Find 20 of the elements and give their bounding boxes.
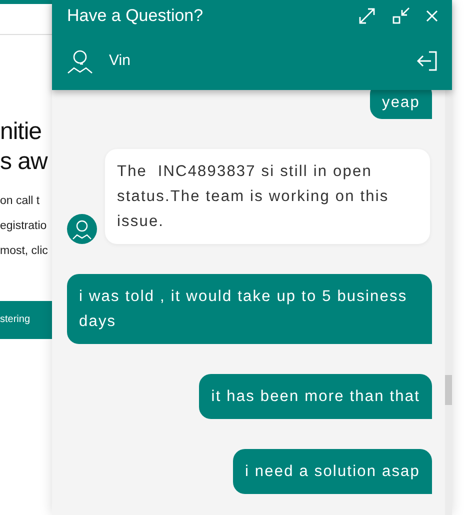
close-icon[interactable] — [426, 10, 438, 22]
body-text: on call t — [0, 194, 41, 209]
expand-icon[interactable] — [358, 7, 376, 25]
heading-text: s aw — [0, 147, 49, 177]
register-button[interactable]: stering — [0, 301, 52, 339]
agent-name: Vin — [109, 50, 132, 71]
user-message: yeap — [370, 90, 432, 119]
body-text: most, clic — [0, 244, 49, 259]
agent-message: The INC4893837 si still in open status.The team is working on this issue. — [105, 149, 430, 244]
user-message: i need a solution asap — [232, 449, 432, 494]
agent-icon — [67, 48, 93, 74]
scrollbar-thumb[interactable] — [445, 375, 452, 405]
minimize-icon[interactable] — [392, 7, 410, 25]
user-message: it has been more than that — [199, 374, 432, 419]
body-text: egistratio — [0, 219, 48, 234]
user-message: i was told , it would take up to 5 business days — [67, 274, 432, 344]
exit-icon[interactable] — [416, 50, 438, 72]
agent-avatar-icon — [67, 214, 97, 244]
chat-title: Have a Question? — [67, 6, 204, 26]
heading-text: nitie — [0, 117, 43, 147]
